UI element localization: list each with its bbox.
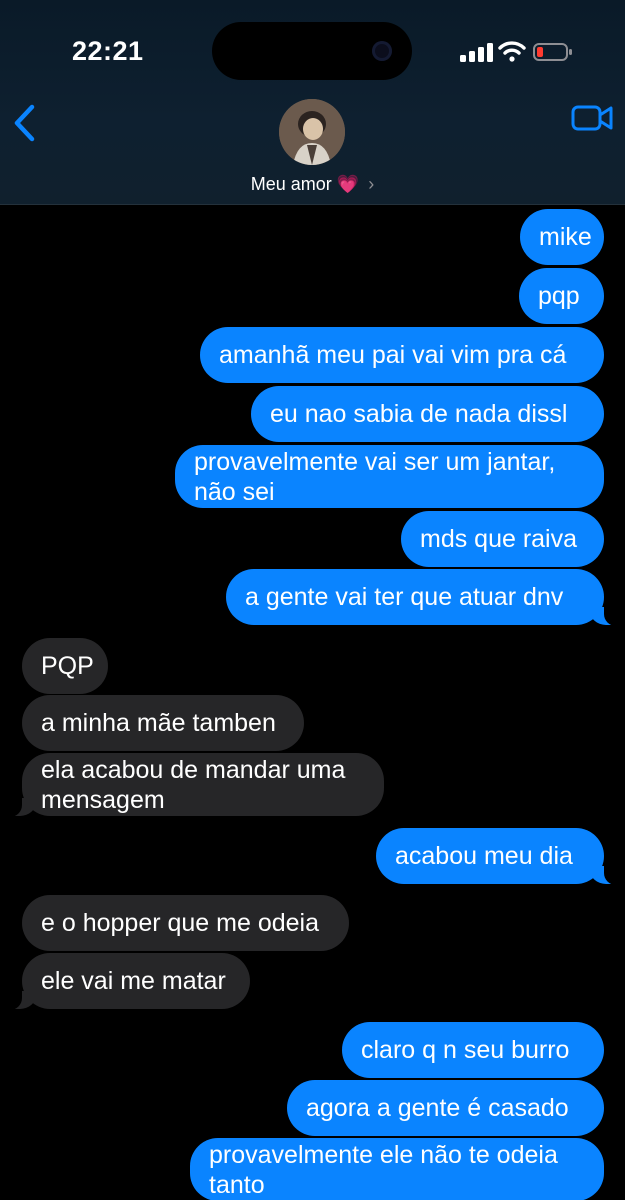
message-bubble-sent[interactable]: amanhã meu pai vai vim pra cá <box>200 327 604 383</box>
message-bubble-sent[interactable]: acabou meu dia <box>376 828 625 885</box>
message-bubble-sent[interactable]: claro q n seu burro <box>342 1022 604 1078</box>
chat-screen: 22:21 Meu amor 💗 › mike pqp amanhã meu p… <box>0 0 625 1200</box>
dynamic-island <box>212 22 412 80</box>
contact-name-button[interactable]: Meu amor 💗 › <box>0 174 625 195</box>
avatar-photo <box>279 99 345 165</box>
message-bubble-sent[interactable]: agora a gente é casado <box>287 1080 604 1136</box>
cellular-signal-icon <box>460 43 493 62</box>
status-time: 22:21 <box>72 36 144 66</box>
message-bubble-sent[interactable]: mike <box>520 209 604 265</box>
chevron-right-icon: › <box>368 174 375 194</box>
message-bubble-received[interactable]: a minha mãe tamben <box>22 695 304 751</box>
video-camera-icon[interactable] <box>571 104 613 132</box>
battery-low-icon <box>533 43 572 61</box>
message-bubble-sent[interactable]: mds que raiva <box>401 511 604 567</box>
message-bubble-received[interactable]: PQP <box>22 638 108 694</box>
message-bubble-sent[interactable]: provavelmente ele não te odeia tanto <box>190 1138 604 1200</box>
contact-avatar[interactable] <box>279 99 345 165</box>
message-bubble-sent[interactable]: pqp <box>519 268 604 324</box>
contact-name: Meu amor <box>250 174 332 194</box>
conversation-header: 22:21 Meu amor 💗 › <box>0 0 625 205</box>
message-bubble-sent[interactable]: provavelmente vai ser um jantar, não sei <box>175 445 604 508</box>
heart-emoji: 💗 <box>336 174 360 194</box>
message-bubble-received[interactable]: e o hopper que me odeia <box>22 895 349 951</box>
back-chevron-icon[interactable] <box>10 102 38 144</box>
message-bubble-sent[interactable]: a gente vai ter que atuar dnv <box>226 569 625 626</box>
front-camera-icon <box>372 41 392 61</box>
message-bubble-received[interactable]: ele vai me matar <box>0 953 250 1010</box>
message-bubble-received[interactable]: ela acabou de mandar uma mensagem <box>0 753 384 817</box>
message-bubble-sent[interactable]: eu nao sabia de nada dissl <box>251 386 604 442</box>
wifi-icon <box>498 41 526 62</box>
